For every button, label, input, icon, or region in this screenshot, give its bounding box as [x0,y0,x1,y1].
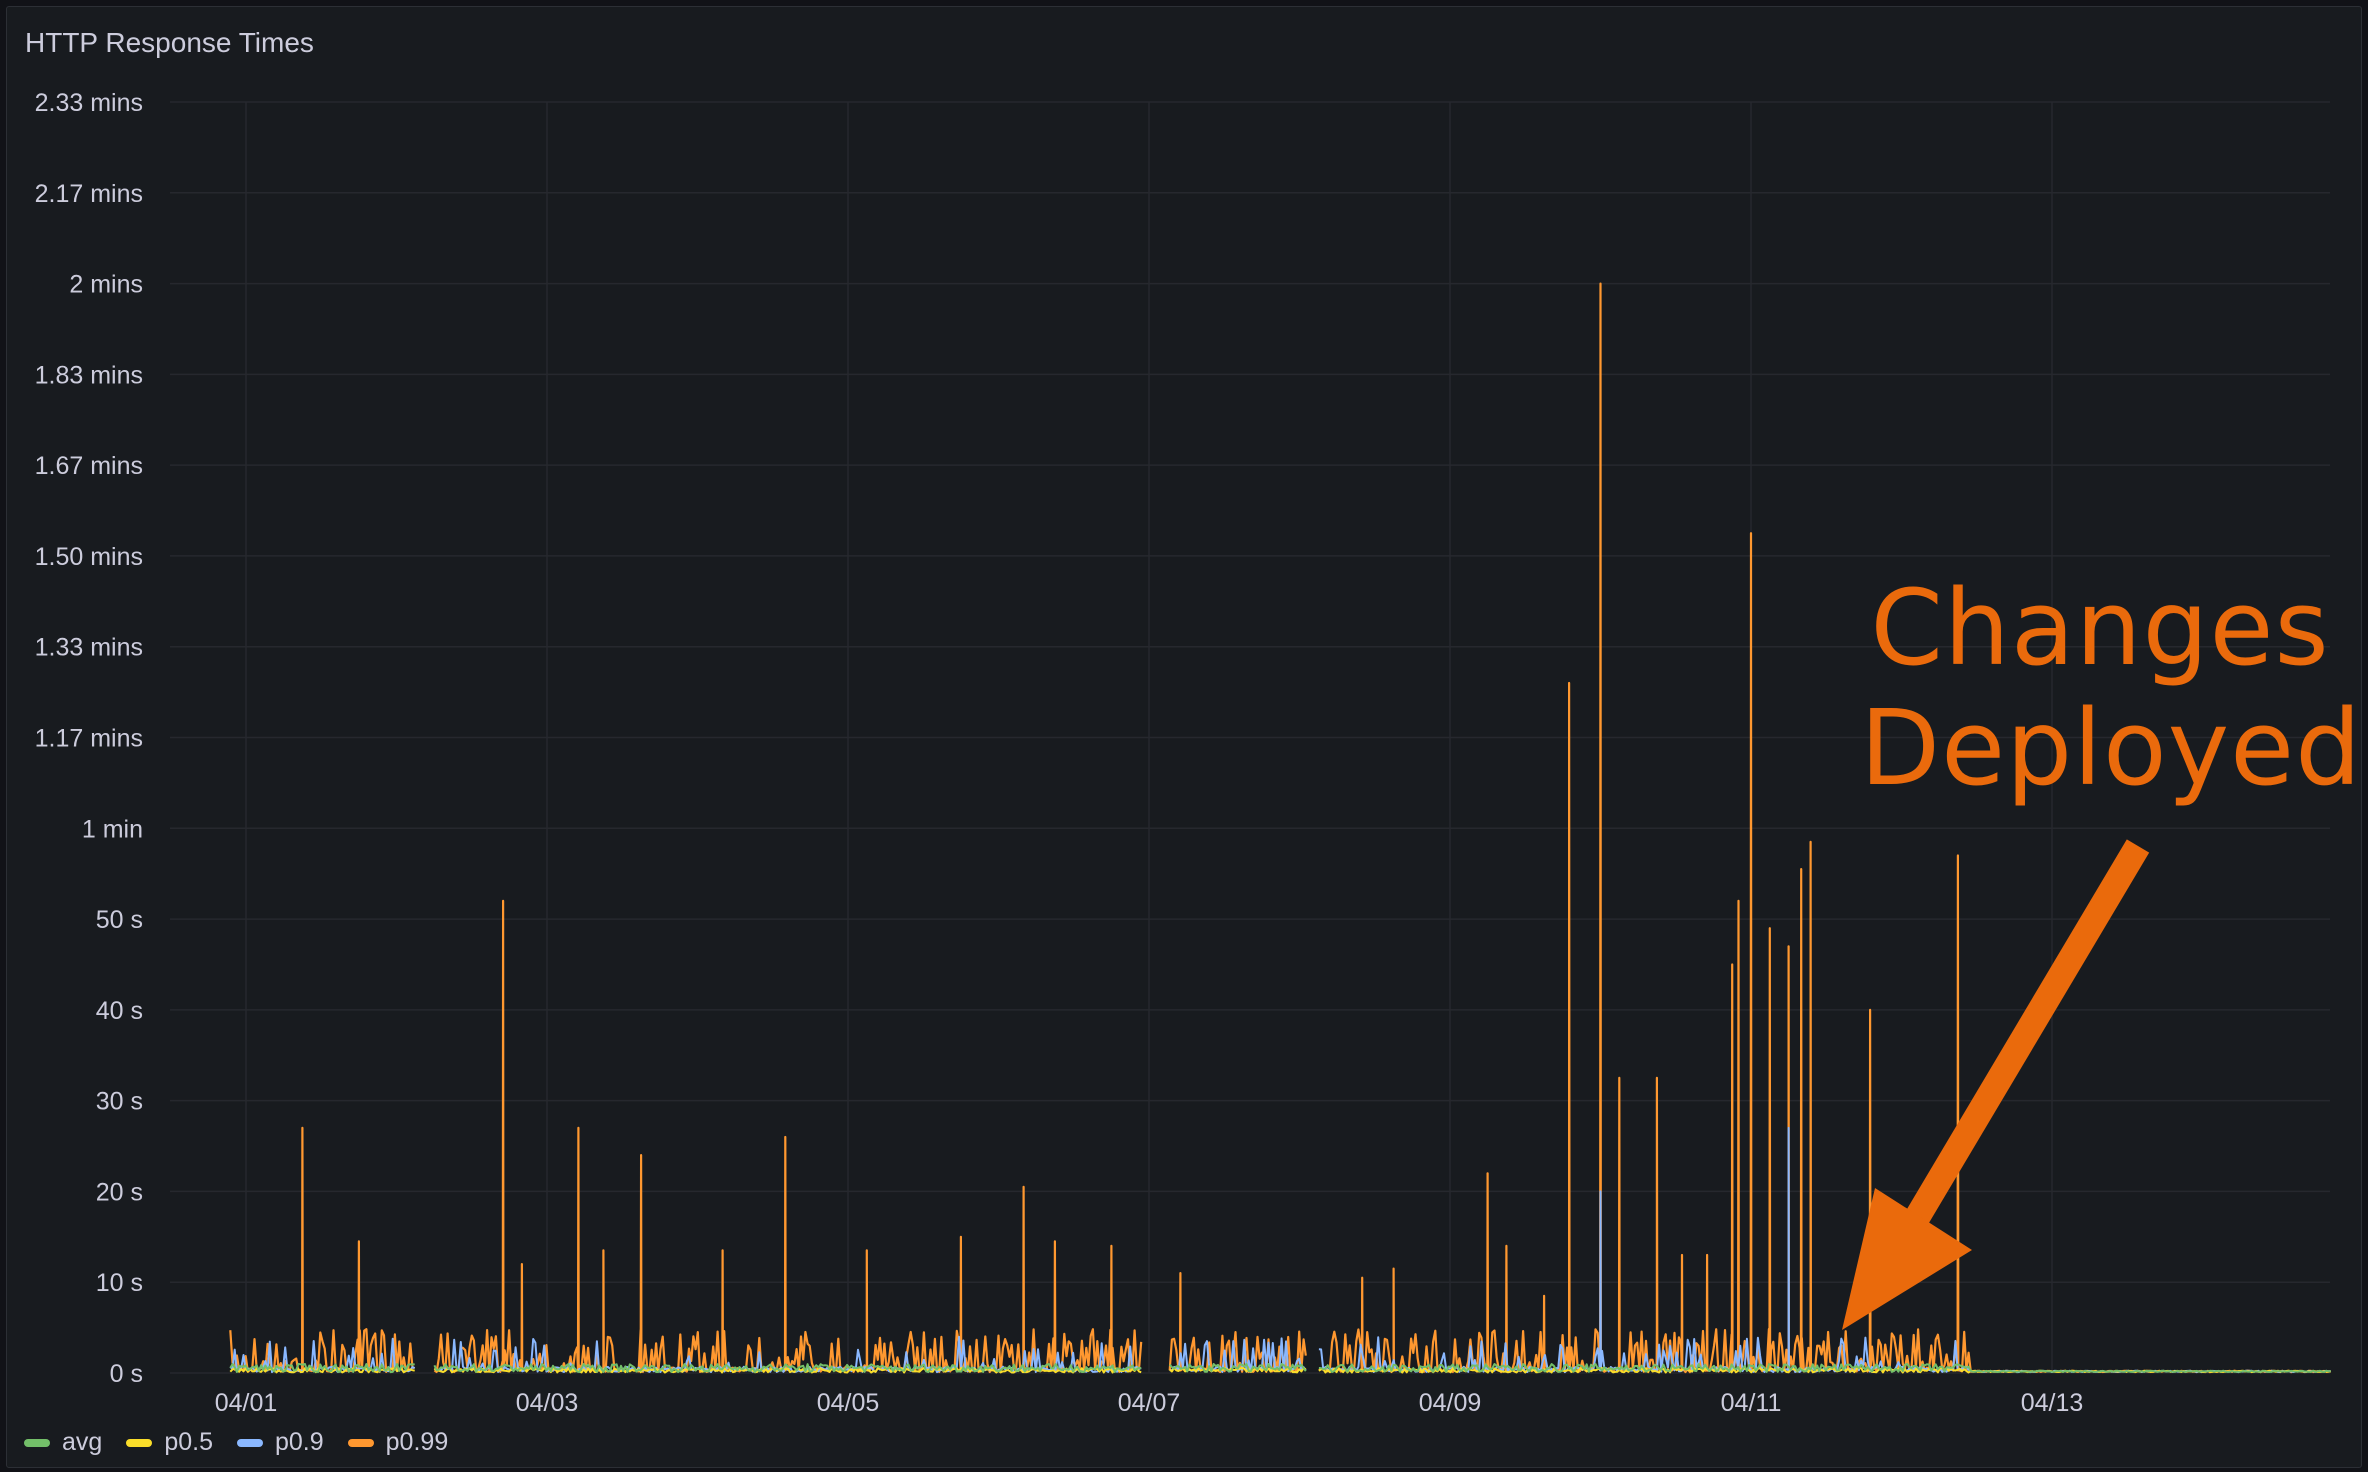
legend-label: p0.9 [274,1428,324,1456]
legend-label: p0.99 [385,1428,449,1456]
y-tick-label: 2.17 mins [35,180,143,208]
legend-swatch [24,1438,50,1447]
legend-swatch [236,1438,263,1447]
annotation-arrow-head [1842,1188,1972,1330]
legend-item[interactable]: p0.5 [126,1428,213,1457]
y-tick-label: 30 s [96,1088,143,1116]
y-tick-label: 1.33 mins [35,634,143,662]
annotation-line2: Deployed [1860,687,2363,809]
annotation-arrow-shaft [1900,839,2150,1233]
annotation-line1: Changes [1870,567,2330,689]
series-line-p0.9 [229,1126,2331,1374]
legend-label: avg [62,1428,103,1456]
y-tick-label: 1.17 mins [35,725,143,753]
y-tick-label: 50 s [96,906,143,934]
y-tick-label: 40 s [96,997,143,1025]
y-tick-label: 1.50 mins [35,543,143,571]
x-tick-label: 04/11 [1721,1389,1782,1417]
x-tick-label: 04/09 [1419,1389,1482,1417]
legend-item[interactable]: p0.99 [347,1428,449,1457]
x-tick-label: 04/13 [2021,1389,2084,1417]
y-tick-label: 2 mins [69,271,143,299]
legend-swatch [126,1438,153,1447]
annotation-text: Changes Deployed [1860,567,2363,809]
legend-swatch [347,1438,374,1447]
legend-item[interactable]: avg [24,1428,102,1457]
y-tick-label: 2.33 mins [35,89,143,117]
chart-legend: avg p0.5 p0.9 p0.99 [24,1428,448,1457]
y-tick-label: 1.67 mins [35,452,143,480]
y-tick-label: 1.83 mins [35,361,143,389]
x-tick-label: 04/07 [1118,1389,1181,1417]
y-tick-label: 20 s [96,1178,143,1206]
y-tick-label: 0 s [110,1360,143,1388]
x-tick-label: 04/03 [516,1389,579,1417]
x-tick-label: 04/01 [215,1389,278,1417]
legend-label: p0.5 [164,1428,213,1456]
y-tick-label: 10 s [96,1269,143,1297]
x-tick-label: 04/05 [817,1389,880,1417]
legend-item[interactable]: p0.9 [236,1428,324,1457]
y-tick-label: 1 min [82,815,143,843]
